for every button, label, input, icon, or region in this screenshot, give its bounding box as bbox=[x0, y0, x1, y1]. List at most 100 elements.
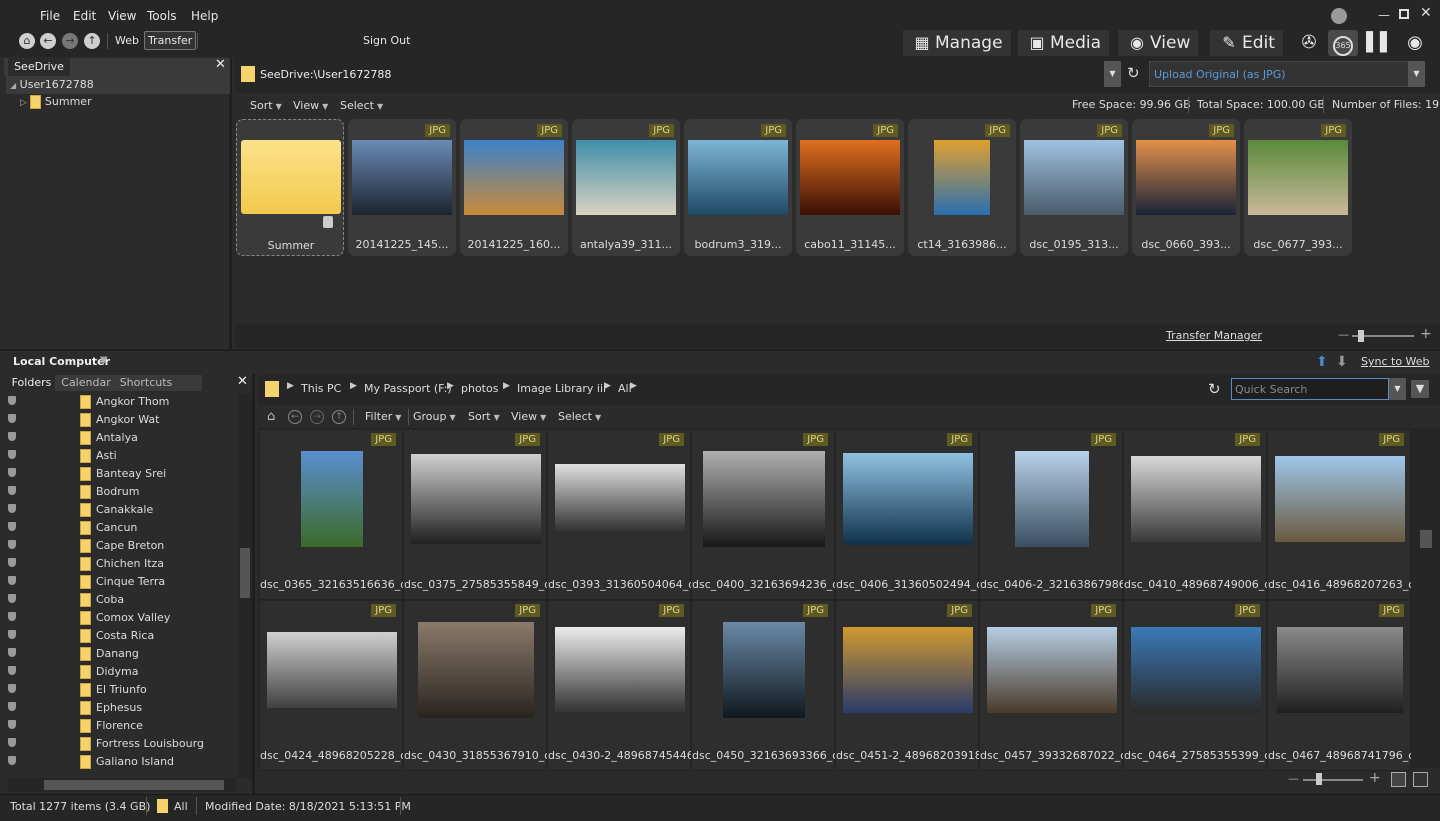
photo-item[interactable]: JPG dsc_0375_27585355849_o.... bbox=[404, 430, 547, 600]
photo-item[interactable]: JPG antalya39_311... bbox=[572, 119, 680, 256]
user-avatar-icon[interactable] bbox=[1331, 8, 1347, 24]
list-view-icon[interactable] bbox=[1413, 772, 1428, 787]
mode-tab-edit[interactable]: ✎ Edit bbox=[1210, 30, 1283, 56]
upload-dropdown-icon[interactable]: ▼ bbox=[1408, 61, 1425, 87]
top-select-menu[interactable]: Select ▼ bbox=[340, 99, 383, 112]
tab-shortcuts[interactable]: Shortcuts bbox=[116, 375, 176, 391]
photo-item[interactable]: JPG dsc_0195_313... bbox=[1020, 119, 1128, 256]
folder-scrollbar-thumb[interactable] bbox=[240, 548, 250, 598]
zoom-out-icon[interactable]: — bbox=[1338, 328, 1349, 341]
up-icon[interactable]: ↑ bbox=[84, 33, 100, 49]
maximize-icon[interactable] bbox=[1399, 9, 1409, 19]
transfer-button[interactable]: Transfer bbox=[144, 31, 197, 50]
collapse-local-icon[interactable]: ▼ bbox=[100, 355, 108, 366]
folder-tree-item[interactable]: Comox Valley bbox=[8, 609, 236, 627]
folder-tree-item[interactable]: Bodrum bbox=[8, 483, 236, 501]
collapse-icon[interactable]: ◢ bbox=[10, 81, 16, 90]
path-text[interactable]: SeeDrive:\User1672788 bbox=[260, 68, 391, 81]
folder-tree-item[interactable]: Angkor Thom bbox=[8, 393, 236, 411]
search-dropdown-icon[interactable]: ▼ bbox=[1389, 378, 1406, 400]
menu-file[interactable]: File bbox=[40, 9, 60, 23]
upload-arrow-icon[interactable]: ⬆ bbox=[1316, 354, 1328, 370]
breadcrumb-item[interactable]: This PC bbox=[301, 382, 341, 395]
zoom-slider-thumb[interactable] bbox=[1358, 330, 1364, 342]
folder-tree-item[interactable]: Costa Rica bbox=[8, 627, 236, 645]
folder-hscrollbar-thumb[interactable] bbox=[44, 780, 224, 790]
eye-settings-icon[interactable]: ◉ bbox=[1400, 30, 1430, 56]
menu-tools[interactable]: Tools bbox=[147, 9, 177, 23]
folder-tree-item[interactable]: Angkor Wat bbox=[8, 411, 236, 429]
photo-item[interactable]: JPG ct14_3163986... bbox=[908, 119, 1016, 256]
tree-item-summer[interactable]: ▷ Summer bbox=[20, 94, 92, 112]
menu-filter[interactable]: Filter ▼ bbox=[365, 410, 401, 423]
grid-zoom-thumb[interactable] bbox=[1316, 773, 1322, 785]
expand-icon[interactable]: ▷ bbox=[20, 98, 27, 108]
folder-tree-item[interactable]: Canakkale bbox=[8, 501, 236, 519]
home-icon[interactable]: ⌂ bbox=[267, 409, 275, 424]
photo-item[interactable]: JPG dsc_0406_31360502494_o.... bbox=[836, 430, 979, 600]
photo-item[interactable]: JPG dsc_0464_27585355399_o.... bbox=[1124, 601, 1267, 771]
forward-icon[interactable]: → bbox=[310, 410, 324, 424]
close-folders-icon[interactable]: ✕ bbox=[237, 374, 248, 389]
photo-item[interactable]: JPG 20141225_160... bbox=[460, 119, 568, 256]
download-arrow-icon[interactable]: ⬇ bbox=[1336, 354, 1348, 370]
photo-item[interactable]: JPG bodrum3_319... bbox=[684, 119, 792, 256]
close-panel-icon[interactable]: ✕ bbox=[215, 57, 226, 72]
refresh-icon[interactable]: ↻ bbox=[1127, 64, 1140, 82]
home-icon[interactable]: ⌂ bbox=[19, 33, 35, 49]
folder-tree-item[interactable]: Florence bbox=[8, 717, 236, 735]
breadcrumb-item[interactable]: Image Library iii bbox=[517, 382, 606, 395]
photo-item[interactable]: JPG dsc_0393_31360504064_o.... bbox=[548, 430, 691, 600]
mode-tab-media[interactable]: ▣ Media bbox=[1018, 30, 1110, 56]
breadcrumb-item[interactable]: photos bbox=[461, 382, 498, 395]
photo-item[interactable]: JPG dsc_0400_32163694236_o.... bbox=[692, 430, 835, 600]
photo-item[interactable]: JPG dsc_0677_393... bbox=[1244, 119, 1352, 256]
close-icon[interactable]: ✕ bbox=[1420, 5, 1432, 21]
tab-folders[interactable]: Folders bbox=[8, 375, 55, 391]
folder-tree-item[interactable]: Cape Breton bbox=[8, 537, 236, 555]
path-dropdown-icon[interactable]: ▼ bbox=[1104, 61, 1121, 87]
folder-tree-item[interactable]: Danang bbox=[8, 645, 236, 663]
photo-item[interactable]: JPG dsc_0416_48968207263_o.... bbox=[1268, 430, 1411, 600]
refresh-icon[interactable]: ↻ bbox=[1208, 380, 1221, 398]
breadcrumb-item[interactable]: My Passport (F:) bbox=[364, 382, 452, 395]
photo-item[interactable]: JPG dsc_0410_48968749006_o.... bbox=[1124, 430, 1267, 600]
menu-view[interactable]: View ▼ bbox=[511, 410, 546, 423]
grid-scrollbar[interactable] bbox=[1418, 430, 1434, 764]
minimize-icon[interactable]: — bbox=[1378, 8, 1390, 22]
up-icon[interactable]: ↑ bbox=[332, 410, 346, 424]
folder-tree-item[interactable]: Chichen Itza bbox=[8, 555, 236, 573]
folder-tree-item[interactable]: Asti bbox=[8, 447, 236, 465]
folder-tree-item[interactable]: Ephesus bbox=[8, 699, 236, 717]
folder-tree-item[interactable]: Galiano Island bbox=[8, 753, 236, 771]
folder-tree-item[interactable]: Cinque Terra bbox=[8, 573, 236, 591]
photo-item[interactable]: JPG dsc_0450_32163693366_o.... bbox=[692, 601, 835, 771]
folder-tree-item[interactable]: Coba bbox=[8, 591, 236, 609]
menu-edit[interactable]: Edit bbox=[73, 9, 96, 23]
tab-seedrive[interactable]: SeeDrive bbox=[8, 58, 70, 76]
photo-item[interactable]: JPG dsc_0660_393... bbox=[1132, 119, 1240, 256]
thumbnail-view-icon[interactable] bbox=[1391, 772, 1406, 787]
365-icon[interactable]: 365 bbox=[1328, 30, 1358, 56]
photo-item[interactable]: JPG dsc_0457_39332687022_o.... bbox=[980, 601, 1123, 771]
menu-sort[interactable]: Sort ▼ bbox=[468, 410, 500, 423]
tree-root[interactable]: ◢ User1672788 bbox=[6, 76, 230, 94]
folder-tree-item[interactable]: Antalya bbox=[8, 429, 236, 447]
folder-tree-item[interactable]: Didyma bbox=[8, 663, 236, 681]
grid-scrollbar-thumb[interactable] bbox=[1420, 530, 1432, 548]
photo-item[interactable]: JPG dsc_0424_48968205228_o.... bbox=[260, 601, 403, 771]
photo-item[interactable]: JPG 20141225_145... bbox=[348, 119, 456, 256]
folder-tree-item[interactable]: Cancun bbox=[8, 519, 236, 537]
menu-view[interactable]: View bbox=[108, 9, 136, 23]
menu-group[interactable]: Group ▼ bbox=[413, 410, 456, 423]
sync-to-web-link[interactable]: Sync to Web bbox=[1361, 355, 1430, 368]
zoom-in-icon[interactable]: + bbox=[1369, 770, 1381, 786]
menu-select[interactable]: Select ▼ bbox=[558, 410, 601, 423]
photo-item[interactable]: JPG dsc_0451-2_48968203918.... bbox=[836, 601, 979, 771]
sign-out-link[interactable]: Sign Out bbox=[363, 34, 410, 47]
photo-item[interactable]: JPG dsc_0467_48968741796_o.... bbox=[1268, 601, 1411, 771]
film-reel-icon[interactable]: ✇ bbox=[1294, 30, 1324, 56]
photo-item[interactable]: JPG dsc_0365_32163516636_o.... bbox=[260, 430, 403, 600]
transfer-manager-link[interactable]: Transfer Manager bbox=[1166, 329, 1262, 342]
zoom-out-icon[interactable]: — bbox=[1288, 772, 1299, 785]
